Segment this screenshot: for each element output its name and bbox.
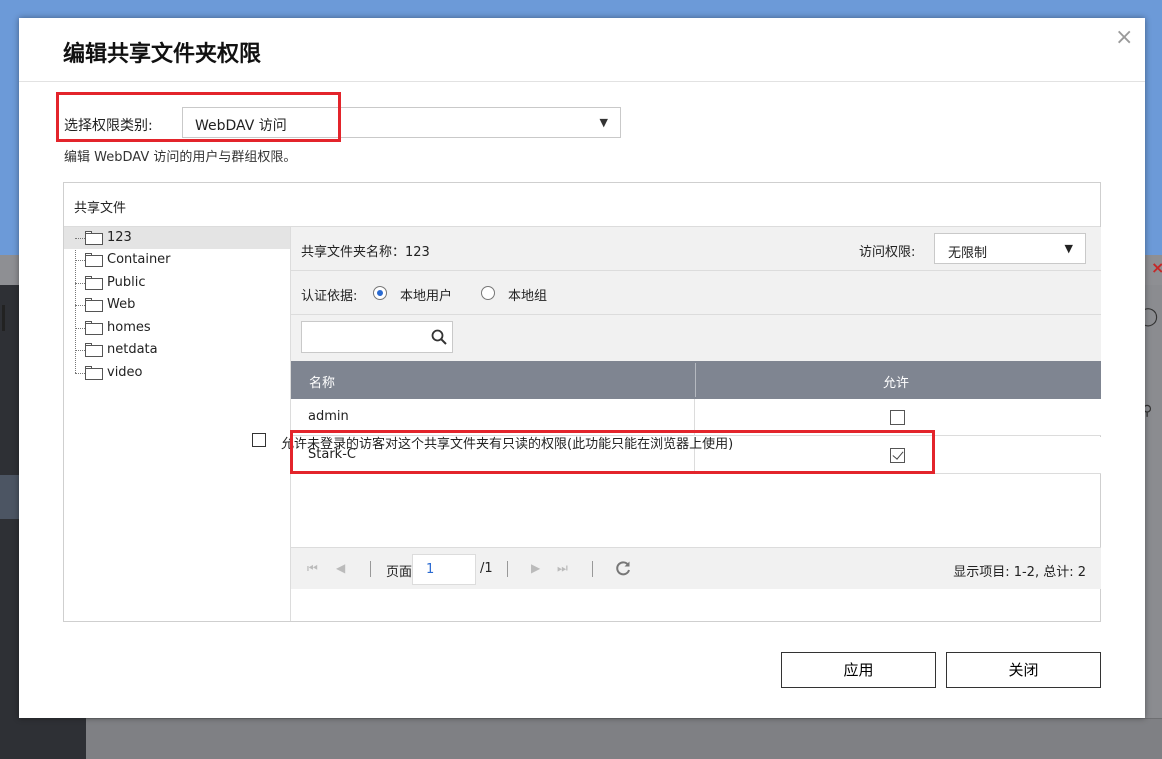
guest-readonly-checkbox[interactable]: [252, 433, 266, 447]
folder-icon: [85, 321, 103, 335]
allow-checkbox[interactable]: [890, 448, 905, 463]
folder-icon: [85, 298, 103, 312]
tree-item-label: Public: [107, 275, 146, 290]
tree-item-netdata[interactable]: netdata: [64, 339, 290, 361]
search-box: [301, 321, 453, 353]
panel-title: 共享文件: [74, 201, 127, 216]
search-input[interactable]: [306, 326, 424, 348]
folder-icon: [85, 276, 103, 290]
category-select-value: WebDAV 访问: [195, 118, 287, 134]
tree-item-video[interactable]: video: [64, 362, 290, 384]
tree-item-public[interactable]: Public: [64, 272, 290, 294]
apply-button[interactable]: 应用: [781, 652, 936, 688]
access-select-value: 无限制: [948, 246, 988, 261]
search-icon[interactable]: [430, 328, 448, 346]
page-label: 页面: [386, 565, 413, 580]
next-page-icon[interactable]: ▶: [531, 561, 540, 575]
folder-icon: [85, 231, 103, 245]
table-header: 名称 允许: [291, 361, 1101, 399]
prev-page-icon[interactable]: ◀: [336, 561, 345, 575]
tree-item-web[interactable]: Web: [64, 294, 290, 316]
auth-row: 认证依据: 本地用户 本地组: [291, 271, 1101, 315]
tree-item-label: 123: [107, 230, 132, 245]
tree-item-label: Container: [107, 252, 171, 267]
auth-local-group-radio[interactable]: [481, 286, 495, 300]
tree-item-label: Web: [107, 297, 136, 312]
folder-icon: [85, 343, 103, 357]
tree-item-label: video: [107, 365, 143, 380]
auth-local-group-label[interactable]: 本地组: [508, 285, 547, 304]
search-row: [291, 315, 1101, 361]
table-row: admin: [291, 399, 1101, 436]
tree-item-123[interactable]: 123: [64, 227, 290, 249]
page-total: /1: [480, 561, 493, 576]
dropdown-arrow-icon: ▼: [1064, 242, 1073, 255]
auth-local-user-radio[interactable]: [373, 286, 387, 300]
tree-item-label: netdata: [107, 342, 158, 357]
row-user-name: admin: [308, 409, 349, 424]
items-info: 显示项目: 1-2, 总计: 2: [953, 565, 1086, 580]
tree-item-label: homes: [107, 320, 151, 335]
permission-detail: 共享文件夹名称：123 访问权限: 无限制 ▼ 认证依据: 本地用户 本地组 名…: [290, 227, 1101, 621]
access-select[interactable]: 无限制 ▼: [934, 233, 1086, 264]
last-page-icon[interactable]: ⏭: [557, 561, 568, 576]
folder-info-row: 共享文件夹名称：123 访问权限: 无限制 ▼: [291, 227, 1101, 271]
category-description: 编辑 WebDAV 访问的用户与群组权限。: [64, 150, 297, 165]
folder-icon: [85, 366, 103, 380]
pager: ⏮ ◀ 页面 1 /1 ▶ ⏭ 显示项目: 1-2, 总计: 2: [291, 547, 1101, 589]
guest-readonly-label[interactable]: 允许未登录的访客对这个共享文件夹有只读的权限(此功能只能在浏览器上使用): [281, 433, 733, 452]
col-allow-header: 允许: [883, 376, 910, 391]
col-name-header: 名称: [309, 376, 336, 391]
close-icon[interactable]: ×: [1115, 27, 1133, 49]
edit-permission-dialog: 编辑共享文件夹权限 × 选择权限类别: WebDAV 访问 ▼ 编辑 WebDA…: [19, 18, 1145, 718]
dialog-title: 编辑共享文件夹权限: [63, 42, 262, 67]
page-input[interactable]: 1: [412, 554, 476, 585]
page-input-value: 1: [426, 562, 435, 577]
category-select[interactable]: WebDAV 访问 ▼: [182, 107, 621, 138]
panel-header: 共享文件: [64, 183, 1100, 227]
dialog-header: 编辑共享文件夹权限 ×: [19, 18, 1145, 82]
permission-panel: 共享文件 123 Container Public Web homes netd…: [63, 182, 1101, 622]
access-label: 访问权限:: [859, 245, 916, 260]
refresh-icon[interactable]: [614, 559, 632, 577]
tree-item-container[interactable]: Container: [64, 249, 290, 271]
background-close-icon: ×: [1151, 258, 1162, 277]
background-divider: [2, 305, 5, 331]
auth-label: 认证依据:: [301, 289, 358, 304]
dropdown-arrow-icon: ▼: [599, 116, 608, 129]
background-footer: [86, 718, 1162, 759]
folder-icon: [85, 253, 103, 267]
tree-item-homes[interactable]: homes: [64, 317, 290, 339]
allow-checkbox[interactable]: [890, 410, 905, 425]
auth-local-user-label[interactable]: 本地用户: [400, 285, 452, 304]
folder-tree: 123 Container Public Web homes netdata v…: [64, 227, 290, 621]
close-button[interactable]: 关闭: [946, 652, 1101, 688]
first-page-icon[interactable]: ⏮: [307, 561, 318, 576]
category-label: 选择权限类别:: [64, 118, 153, 134]
folder-name-text: 共享文件夹名称：123: [301, 245, 430, 260]
